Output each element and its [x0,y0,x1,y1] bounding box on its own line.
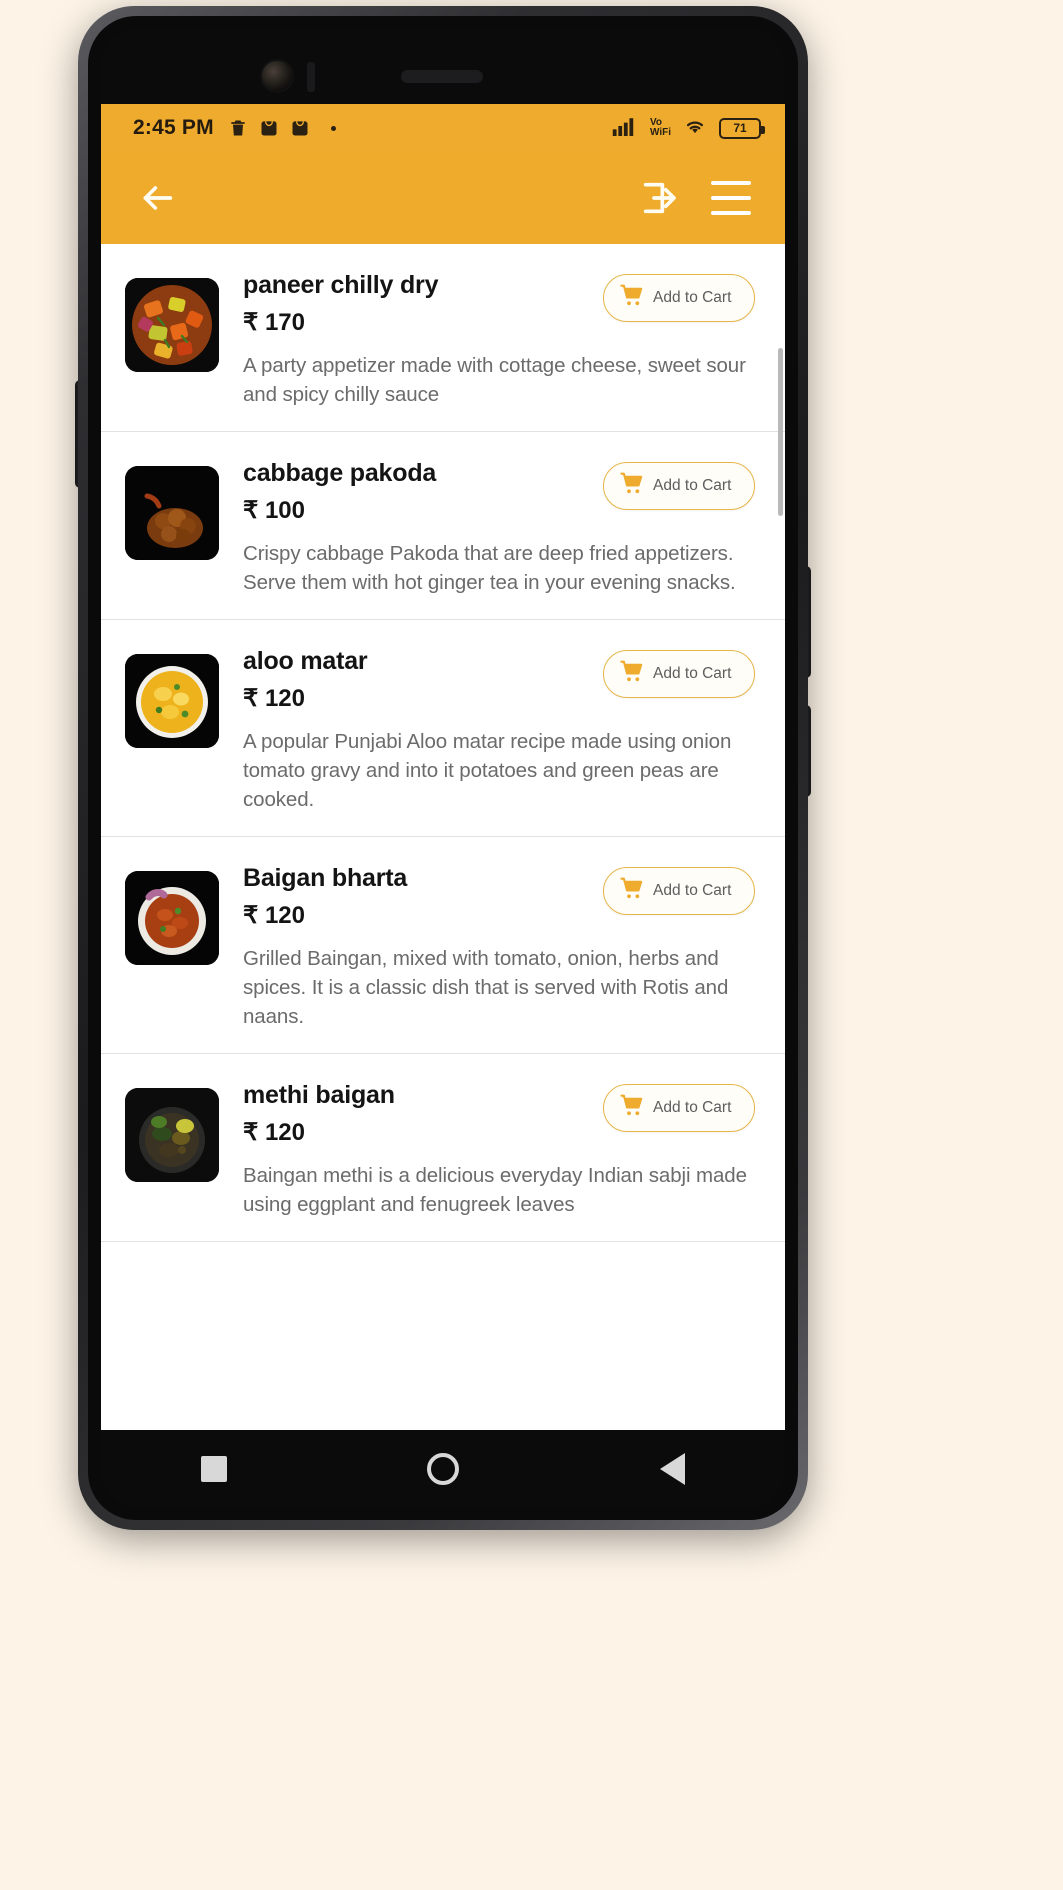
status-bar-notification-icons [228,117,336,139]
list-item[interactable]: methi baigan ₹ 120 Add to Cart Baingan m… [101,1054,785,1242]
add-to-cart-label: Add to Cart [653,1099,732,1116]
add-to-cart-label: Add to Cart [653,289,732,306]
screenshot-root: 2:45 PM Vo WiFi 71 paneer chilly dry ₹ 1… [0,0,1063,1890]
menu-item-body: paneer chilly dry ₹ 170 Add to Cart A pa… [219,270,763,409]
menu-item-titles: aloo matar ₹ 120 [243,646,603,713]
trash-icon [228,117,248,139]
menu-line [711,211,751,215]
add-to-cart-button[interactable]: Add to Cart [603,462,755,510]
circle-icon[interactable] [427,1453,460,1485]
menu-item-header: aloo matar ₹ 120 Add to Cart [243,646,755,713]
menu-item-price: ₹ 100 [243,497,305,524]
menu-item-name: cabbage pakoda [243,459,437,487]
add-to-cart-button[interactable]: Add to Cart [603,1084,755,1132]
menu-item-description: A party appetizer made with cottage chee… [243,354,746,406]
add-to-cart-label: Add to Cart [653,882,732,899]
status-bar-system-icons: Vo WiFi 71 [611,116,765,141]
menu-item-description: Grilled Baingan, mixed with tomato, onio… [243,947,729,1028]
menu-item-price: ₹ 120 [243,902,305,929]
status-bar: 2:45 PM Vo WiFi 71 [101,104,785,152]
menu-item-price: ₹ 120 [243,1119,305,1146]
back-button[interactable] [135,176,179,220]
menu-item-thumbnail [125,654,219,748]
menu-item-name: aloo matar [243,647,368,675]
shopping-cart-icon [619,659,644,689]
add-to-cart-label: Add to Cart [653,477,732,494]
add-to-cart-button[interactable]: Add to Cart [603,650,755,698]
battery-indicator: 71 [719,117,765,139]
status-bar-time: 2:45 PM [133,116,214,139]
menu-line [711,196,751,200]
wifi-icon [682,116,708,141]
app-bar [101,152,785,244]
menu-item-name: Baigan bharta [243,864,408,892]
menu-item-name: paneer chilly dry [243,271,439,299]
vertical-scrollbar[interactable] [778,348,783,516]
menu-item-titles: paneer chilly dry ₹ 170 [243,270,603,337]
list-item[interactable]: paneer chilly dry ₹ 170 Add to Cart A pa… [101,244,785,432]
bag-icon [290,117,310,139]
earpiece-speaker [401,70,483,83]
menu-item-description: A popular Punjabi Aloo matar recipe made… [243,730,732,811]
menu-item-titles: methi baigan ₹ 120 [243,1080,603,1147]
menu-item-body: cabbage pakoda ₹ 100 Add to Cart Crispy … [219,458,763,597]
menu-item-body: methi baigan ₹ 120 Add to Cart Baingan m… [219,1080,763,1219]
add-to-cart-label: Add to Cart [653,665,732,682]
shopping-cart-icon [619,1093,644,1123]
menu-item-header: methi baigan ₹ 120 Add to Cart [243,1080,755,1147]
menu-item-list[interactable]: paneer chilly dry ₹ 170 Add to Cart A pa… [101,244,785,1430]
notch-area [101,28,785,104]
bag-icon [259,117,279,139]
list-item[interactable]: Baigan bharta ₹ 120 Add to Cart Grilled … [101,837,785,1054]
menu-item-header: paneer chilly dry ₹ 170 Add to Cart [243,270,755,337]
menu-item-titles: cabbage pakoda ₹ 100 [243,458,603,525]
menu-item-header: cabbage pakoda ₹ 100 Add to Cart [243,458,755,525]
signal-bars-icon [611,116,639,141]
sensor-icon [307,62,315,92]
login-button[interactable] [637,176,681,220]
android-navigation-bar [101,1430,785,1508]
front-camera-icon [260,59,294,93]
menu-item-body: aloo matar ₹ 120 Add to Cart A popular P… [219,646,763,814]
overflow-dot-icon [330,125,336,131]
list-item[interactable]: aloo matar ₹ 120 Add to Cart A popular P… [101,620,785,837]
add-to-cart-button[interactable]: Add to Cart [603,274,755,322]
menu-item-price: ₹ 170 [243,309,305,336]
menu-item-price: ₹ 120 [243,685,305,712]
triangle-back-icon[interactable] [659,1453,685,1485]
square-icon[interactable] [201,1456,228,1482]
menu-item-thumbnail [125,1088,219,1182]
menu-item-body: Baigan bharta ₹ 120 Add to Cart Grilled … [219,863,763,1031]
menu-item-description: Baingan methi is a delicious everyday In… [243,1164,747,1216]
menu-item-thumbnail [125,278,219,372]
shopping-cart-icon [619,471,644,501]
menu-item-header: Baigan bharta ₹ 120 Add to Cart [243,863,755,930]
hamburger-menu-button[interactable] [711,181,751,215]
menu-item-description: Crispy cabbage Pakoda that are deep frie… [243,542,736,594]
volte-wifi-label: Vo WiFi [649,117,671,138]
menu-item-thumbnail [125,871,219,965]
add-to-cart-button[interactable]: Add to Cart [603,867,755,915]
menu-item-titles: Baigan bharta ₹ 120 [243,863,603,930]
shopping-cart-icon [619,876,644,906]
phone-screen: 2:45 PM Vo WiFi 71 paneer chilly dry ₹ 1… [101,28,785,1508]
menu-item-thumbnail [125,466,219,560]
shopping-cart-icon [619,283,644,313]
menu-item-name: methi baigan [243,1081,395,1109]
list-item[interactable]: cabbage pakoda ₹ 100 Add to Cart Crispy … [101,432,785,620]
menu-line [711,181,751,185]
